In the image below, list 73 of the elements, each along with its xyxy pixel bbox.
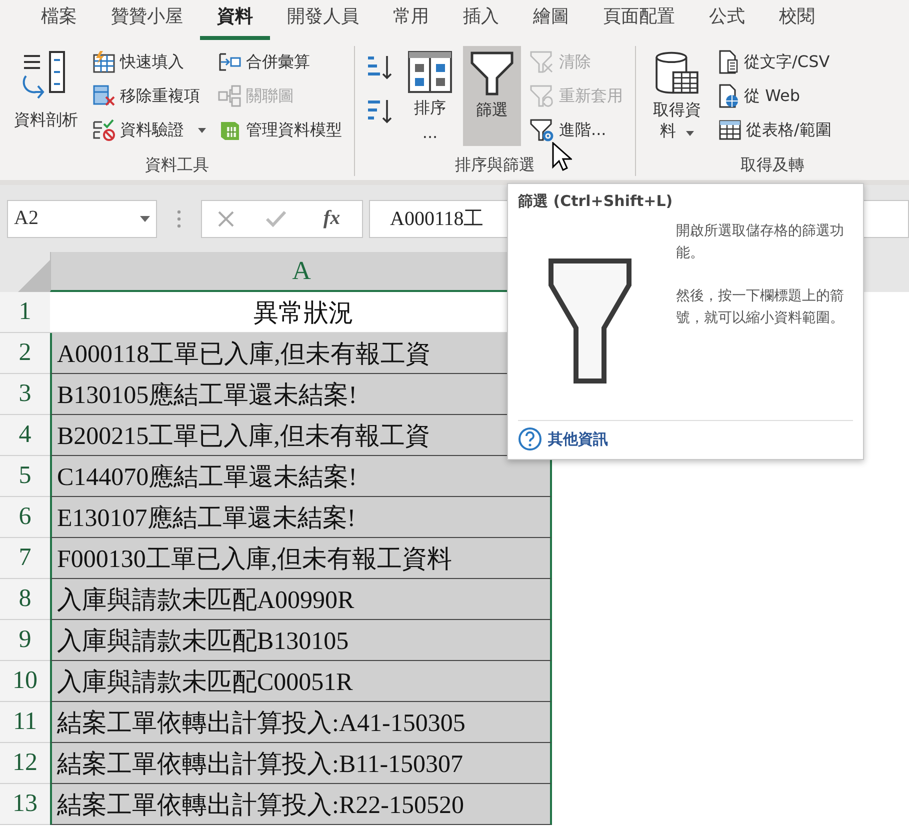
clear-filter-icon <box>529 50 555 74</box>
row-header[interactable]: 3 <box>0 374 50 415</box>
relationships-icon <box>218 85 242 107</box>
row-header[interactable]: 10 <box>0 661 50 702</box>
data-validation-icon <box>92 119 116 141</box>
ribbon-tab[interactable]: 校閱 <box>762 4 832 40</box>
help-icon <box>518 427 542 451</box>
reapply-filter-icon <box>529 84 555 108</box>
table-cell: E130107應結工單還未結案! <box>50 497 552 538</box>
ribbon-button[interactable]: 從表格/範圍 <box>714 114 836 146</box>
ribbon-button[interactable]: 資料驗證 <box>88 114 210 146</box>
sort-dialog-icon <box>407 50 453 94</box>
row-header[interactable]: 1 <box>0 292 50 333</box>
ribbon-tab[interactable]: 檔案 <box>24 4 94 40</box>
table-cell: F000130工單已入庫,但未有報工資料 <box>50 538 552 579</box>
ribbon-button[interactable]: 從文字/CSV <box>714 46 836 78</box>
ribbon-button[interactable]: 快速填入 <box>88 46 210 78</box>
row-header[interactable]: 4 <box>0 415 50 456</box>
remove-duplicates-icon <box>92 85 116 107</box>
ribbon-tab[interactable]: 贊贊小屋 <box>94 4 200 40</box>
ribbon-tab[interactable]: 公式 <box>692 4 762 40</box>
ribbon-button[interactable]: 合併彙算 <box>214 46 346 78</box>
table-cell: 入庫與請款未匹配C00051R <box>50 661 552 702</box>
row-header[interactable]: 6 <box>0 497 50 538</box>
ribbon-button[interactable]: 從 Web <box>714 80 836 112</box>
ribbon-button[interactable]: 排序 ... <box>401 46 459 146</box>
tooltip-text: 然後，按一下欄標題上的箭號，就可以縮小資料範圍。 <box>676 287 846 328</box>
filter-button[interactable]: 篩選 <box>463 46 521 146</box>
ribbon-button[interactable]: 管理資料模型 <box>214 114 346 146</box>
table-range-icon <box>718 119 742 141</box>
grip-icon <box>177 208 181 228</box>
table-cell: 結案工單依轉出計算投入:A41-150305 <box>50 702 552 743</box>
filter-icon <box>548 258 632 384</box>
row-header[interactable]: 12 <box>0 743 50 784</box>
row-header[interactable]: 5 <box>0 456 50 497</box>
check-icon[interactable] <box>266 210 286 226</box>
row-header[interactable]: 13 <box>0 784 50 825</box>
table-cell: C144070應結工單還未結案! <box>50 456 552 497</box>
group-label: 排序與篩選 <box>455 155 535 176</box>
advanced-filter-icon <box>529 118 555 142</box>
ribbon-button[interactable]: 移除重複項 <box>88 80 210 112</box>
ribbon-tab[interactable]: 開發人員 <box>270 4 376 40</box>
name-box[interactable]: A2 <box>7 200 157 238</box>
web-file-icon <box>718 84 740 108</box>
table-cell: 入庫與請款未匹配A00990R <box>50 579 552 620</box>
consolidate-icon <box>218 51 242 73</box>
ribbon-button[interactable]: 取得資料 <box>644 46 710 146</box>
text-file-icon <box>718 50 740 74</box>
row-header[interactable]: 2 <box>0 333 50 374</box>
row-header[interactable]: 7 <box>0 538 50 579</box>
tooltip-text: 開啟所選取儲存格的篩選功能。 <box>676 222 846 263</box>
data-model-icon <box>218 119 242 141</box>
group-label: 取得及轉 <box>740 155 804 176</box>
ribbon-tab[interactable]: 頁面配置 <box>586 4 692 40</box>
table-cell: 結案工單依轉出計算投入:B11-150307 <box>50 743 552 784</box>
row-header[interactable]: 9 <box>0 620 50 661</box>
ribbon-tab[interactable]: 繪圖 <box>516 4 586 40</box>
ribbon-tab[interactable]: 插入 <box>446 4 516 40</box>
ribbon-tab[interactable]: 常用 <box>376 4 446 40</box>
insert-function-button[interactable]: fx <box>317 206 346 231</box>
table-cell: 入庫與請款未匹配B130105 <box>50 620 552 661</box>
dropdown-icon <box>198 128 206 132</box>
row-header[interactable]: 11 <box>0 702 50 743</box>
group-label: 資料工具 <box>145 155 209 176</box>
tooltip-title: 篩選 (Ctrl+Shift+L) <box>518 192 674 211</box>
filter-icon <box>469 50 515 96</box>
ribbon-button[interactable]: 進階... <box>525 114 627 146</box>
table-cell: 結案工單依轉出計算投入:R22-150520 <box>50 784 552 825</box>
row-header[interactable]: 8 <box>0 579 50 620</box>
dropdown-icon <box>140 216 150 222</box>
cursor-icon <box>552 142 572 172</box>
flash-fill-icon <box>92 51 116 73</box>
ribbon-button[interactable]: 資料剖析 <box>8 46 84 146</box>
